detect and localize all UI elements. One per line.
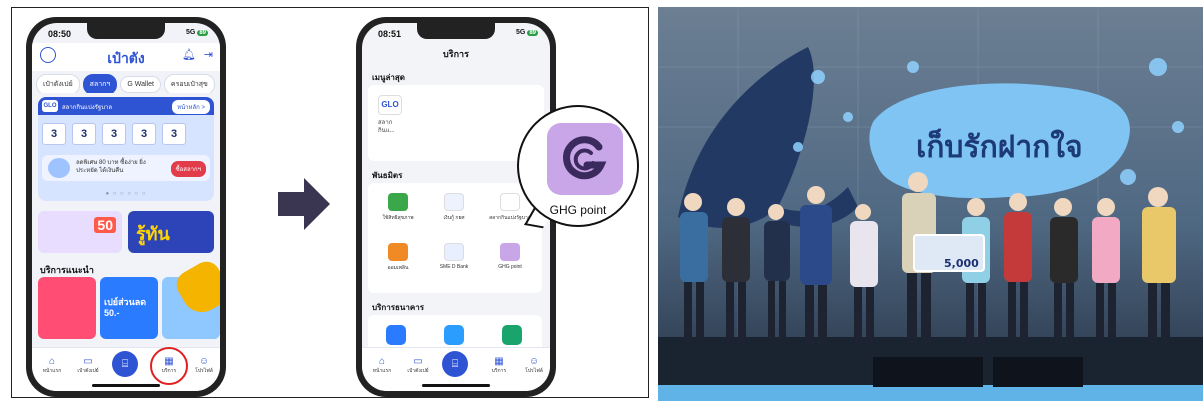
app-header: เป๋าตัง 🔔︎ ⇥ xyxy=(32,43,220,71)
services-title: บริการ xyxy=(443,49,469,59)
nav-paotang-pay[interactable]: ▭ เป๋าตังเปย์ xyxy=(402,356,434,375)
home-icon: ⌂ xyxy=(48,356,56,367)
lottery-home-link[interactable]: หน้าหลัก > xyxy=(172,100,210,114)
carousel-dots: ● ○ ○ ○ ○ ○ xyxy=(105,191,147,197)
bank-icon[interactable] xyxy=(386,325,406,345)
bottom-nav: ⌂ หน้าแรก ▭ เป๋าตังเปย์ ⌸ ▦ บริการ ☺ โปรไฟล์ xyxy=(32,347,220,391)
recommended-card[interactable] xyxy=(38,277,96,339)
event-photo-illustration: เก็บรักฝากใจ 5,000 xyxy=(658,7,1203,401)
grid-icon: ▦ xyxy=(494,356,504,367)
nav-home[interactable]: ⌂ หน้าแรก xyxy=(36,356,68,375)
ghg-point-app-icon xyxy=(547,123,623,195)
promo-banner-left-text: 50 xyxy=(94,217,116,233)
logout-icon[interactable]: ⇥ xyxy=(204,48,213,61)
partner-aomplearn[interactable]: ออมเพลิน xyxy=(370,243,426,272)
partner-health[interactable]: ใช้สิทธิสุขภาพ xyxy=(370,193,426,222)
lottery-digits: 33333 xyxy=(42,123,210,145)
partner-ghg-point[interactable]: GHG point xyxy=(482,243,538,270)
partners-grid: ใช้สิทธิสุขภาพ เงินกู้ กยศ สลากกินแบ่งรั… xyxy=(368,183,542,293)
student-loan-icon xyxy=(444,193,464,211)
highlight-circle xyxy=(150,347,188,385)
status-time: 08:50 xyxy=(48,29,72,39)
battery-icon: 89 xyxy=(527,30,538,36)
nav-services[interactable]: ▦ บริการ xyxy=(483,356,515,375)
partners-title: พันธมิตร xyxy=(372,171,403,180)
sme-bank-icon xyxy=(444,243,464,261)
tab-paotang-pay[interactable]: เป๋าตังเปย์ xyxy=(36,74,80,93)
partner-sme-d-bank[interactable]: SME D Bank xyxy=(426,243,482,270)
lottery-digit: 3 xyxy=(72,123,96,145)
savings-icon xyxy=(388,243,408,261)
profile-icon: ☺ xyxy=(528,356,540,367)
sign-text: เก็บรักฝากใจ xyxy=(916,128,1083,165)
recommended-card-text: เปย์ส่วนลด 50.- xyxy=(104,297,147,318)
status-signal: 5G 89 xyxy=(516,29,538,36)
lottery-digit: 3 xyxy=(102,123,126,145)
profile-icon: ☺ xyxy=(198,356,210,367)
nav-profile[interactable]: ☺ โปรไฟล์ xyxy=(518,356,550,375)
phone-screen: 08:50 5G 89 เป๋าตัง 🔔︎ ⇥ เป๋าตังเปย์ สลาก… xyxy=(32,23,220,391)
phone-home-screen: 08:50 5G 89 เป๋าตัง 🔔︎ ⇥ เป๋าตังเปย์ สลาก… xyxy=(26,17,226,397)
lottery-digit: 3 xyxy=(132,123,156,145)
recent-menu-panel: GLO สลาก กินแ... xyxy=(368,85,544,161)
lottery-promo-icon xyxy=(48,158,70,178)
nav-paotang-pay[interactable]: ▭ เป๋าตังเปย์ xyxy=(72,356,104,375)
lottery-promo-text: ลดพิเศษ 80 บาท ซื้อง่าย ยิ่งประหยัด ได้เ… xyxy=(76,160,146,174)
home-indicator xyxy=(422,384,490,387)
buy-lottery-button[interactable]: ซื้อสลากฯ xyxy=(170,161,206,177)
promo-banner-left[interactable]: 50 xyxy=(38,211,122,253)
event-photo: เก็บรักฝากใจ 5,000 xyxy=(658,7,1203,401)
nav-home[interactable]: ⌂ หน้าแรก xyxy=(366,356,398,375)
recent-item-label: สลาก กินแ... xyxy=(378,120,395,134)
cheque-amount: 5,000 xyxy=(944,257,979,270)
status-signal: 5G 89 xyxy=(186,29,208,36)
status-time: 08:51 xyxy=(378,29,402,39)
lottery-title: สลากกินแบ่งรัฐบาล xyxy=(62,105,113,111)
tab-g-wallet[interactable]: G Wallet xyxy=(120,76,161,93)
glo-logo[interactable]: GLO xyxy=(378,95,402,115)
partner-student-loan[interactable]: เงินกู้ กยศ xyxy=(426,193,482,222)
scan-button[interactable]: ⌸ xyxy=(112,351,138,377)
bell-icon[interactable]: 🔔︎ xyxy=(182,48,196,61)
bank-icon[interactable] xyxy=(502,325,522,345)
lottery-digit: 3 xyxy=(42,123,66,145)
lottery-promo: ลดพิเศษ 80 บาท ซื้อง่าย ยิ่งประหยัด ได้เ… xyxy=(42,155,210,181)
status-bar: 08:50 5G 89 xyxy=(44,27,210,41)
ghg-point-label: GHG point xyxy=(549,203,607,217)
promo-banner-right-text: รู้ทัน xyxy=(136,224,170,244)
status-bar: 08:51 5G 89 xyxy=(374,27,540,41)
recommended-services-title: บริการแนะนำ xyxy=(40,265,94,275)
home-icon: ⌂ xyxy=(378,356,386,367)
bottom-nav: ⌂ หน้าแรก ▭ เป๋าตังเปย์ ⌸ ▦ บริการ ☺ โปรไฟล์ xyxy=(362,347,550,391)
lottery-digit: 3 xyxy=(162,123,186,145)
wallet-icon: ▭ xyxy=(83,356,93,367)
nav-profile[interactable]: ☺ โปรไฟล์ xyxy=(188,356,220,375)
tab-wallet-suk[interactable]: ครอบเป๋าสุข xyxy=(163,74,215,93)
app-tutorial-panel: 08:50 5G 89 เป๋าตัง 🔔︎ ⇥ เป๋าตังเปย์ สลาก… xyxy=(11,7,649,398)
wallet-icon: ▭ xyxy=(413,356,423,367)
banking-title: บริการธนาคาร xyxy=(372,303,424,312)
recent-menu-title: เมนูล่าสุด xyxy=(372,73,405,82)
battery-icon: 89 xyxy=(197,30,208,36)
health-icon xyxy=(388,193,408,211)
tab-lottery[interactable]: สลากฯ xyxy=(82,74,118,93)
lottery-card-header: GLO สลากกินแบ่งรัฐบาล หน้าหลัก > xyxy=(38,97,214,115)
home-indicator xyxy=(92,384,160,387)
scan-button[interactable]: ⌸ xyxy=(442,351,468,377)
glo-logo: GLO xyxy=(42,100,58,112)
bank-icon[interactable] xyxy=(444,325,464,345)
tab-bar: เป๋าตังเปย์ สลากฯ G Wallet ครอบเป๋าสุข xyxy=(36,73,220,93)
ghg-icon xyxy=(500,243,520,261)
lottery-card[interactable]: GLO สลากกินแบ่งรัฐบาล หน้าหลัก > 33333 ล… xyxy=(38,97,214,201)
recommended-card[interactable]: เปย์ส่วนลด 50.- xyxy=(100,277,158,339)
promo-banner-right[interactable]: รู้ทัน xyxy=(128,211,214,253)
next-step-arrow-icon xyxy=(278,178,330,230)
composite-image: 08:50 5G 89 เป๋าตัง 🔔︎ ⇥ เป๋าตังเปย์ สลาก… xyxy=(0,0,1203,401)
